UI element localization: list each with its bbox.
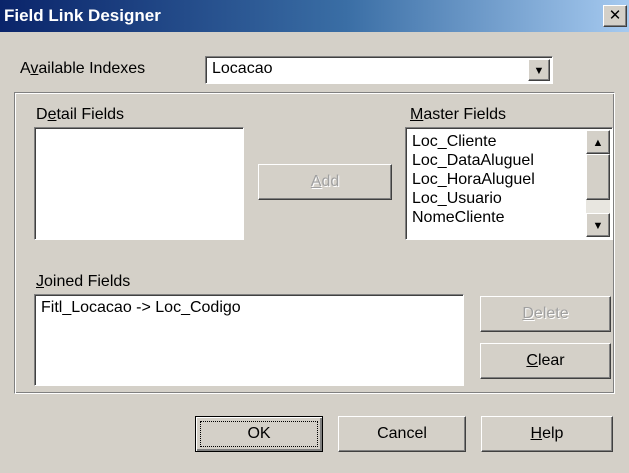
window-title: Field Link Designer xyxy=(4,6,161,25)
scroll-down-button[interactable]: ▼ xyxy=(586,213,610,237)
list-item[interactable]: Loc_Usuario xyxy=(412,190,502,208)
joined-fields-list[interactable]: Fitl_Locacao -> Loc_Codigo xyxy=(34,294,464,386)
scroll-thumb[interactable] xyxy=(586,154,610,200)
close-icon: ✕ xyxy=(608,7,622,24)
list-item[interactable]: NomeCliente xyxy=(412,209,504,227)
down-triangle-icon: ▼ xyxy=(533,65,545,77)
master-fields-list[interactable]: Loc_Cliente Loc_DataAluguel Loc_HoraAlug… xyxy=(405,127,613,240)
list-item[interactable]: Loc_DataAluguel xyxy=(412,152,534,170)
joined-fields-label: Joined Fields xyxy=(36,273,131,290)
available-indexes-label: Available Indexes xyxy=(20,60,146,77)
cancel-button[interactable]: Cancel xyxy=(338,416,466,452)
clear-button[interactable]: Clear xyxy=(480,343,611,379)
list-item[interactable]: Loc_HoraAluguel xyxy=(412,171,535,189)
delete-button[interactable]: Delete xyxy=(480,296,611,332)
list-item[interactable]: Fitl_Locacao -> Loc_Codigo xyxy=(41,299,241,317)
down-triangle-icon: ▼ xyxy=(592,220,604,232)
detail-fields-list[interactable] xyxy=(34,127,244,240)
dropdown-button[interactable]: ▼ xyxy=(528,59,550,81)
title-bar[interactable]: Field Link Designer ✕ xyxy=(0,0,629,32)
add-button[interactable]: Add xyxy=(258,164,392,200)
help-button[interactable]: Help xyxy=(481,416,613,452)
master-fields-scrollbar[interactable]: ▲ ▼ xyxy=(586,130,610,237)
close-button[interactable]: ✕ xyxy=(603,5,627,27)
ok-button[interactable]: OK xyxy=(195,416,323,452)
list-item[interactable]: Loc_Cliente xyxy=(412,133,497,151)
detail-fields-label: Detail Fields xyxy=(36,106,125,123)
master-fields-label: Master Fields xyxy=(410,106,507,123)
up-triangle-icon: ▲ xyxy=(592,137,604,149)
available-indexes-combobox[interactable]: Locacao ▼ xyxy=(205,56,553,84)
available-indexes-value: Locacao xyxy=(212,60,273,77)
scroll-up-button[interactable]: ▲ xyxy=(586,130,610,154)
